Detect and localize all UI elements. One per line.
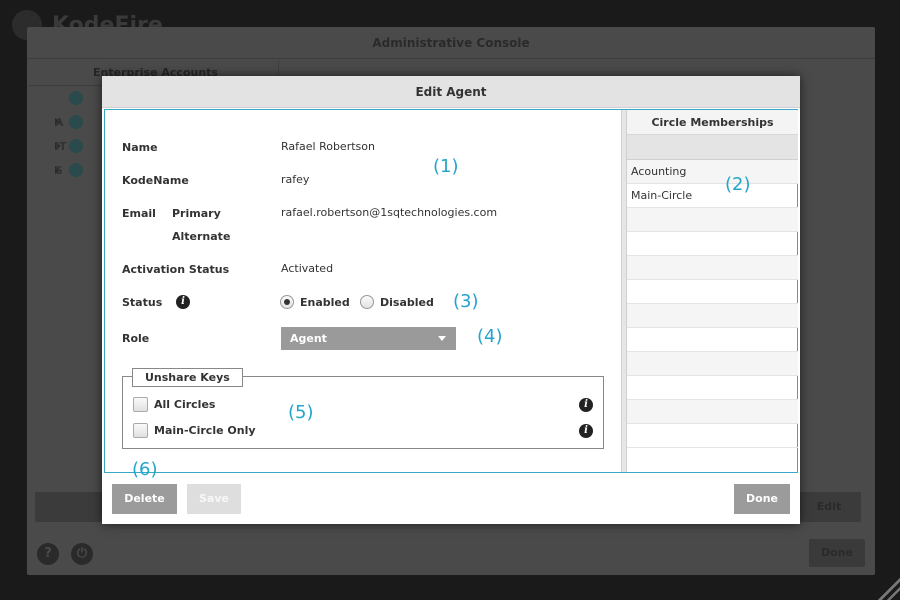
email-label: Email: [122, 207, 156, 220]
agent-details-pane: Name Rafael Robertson KodeName rafey Ema…: [105, 110, 621, 472]
status-enabled-label: Enabled: [300, 295, 350, 309]
status-disabled-radio[interactable]: Disabled: [360, 295, 434, 309]
callout-4: (4): [477, 326, 503, 347]
name-label: Name: [122, 141, 158, 154]
list-item[interactable]: Main-Circle: [627, 184, 798, 208]
circle-memberships-subheader: [627, 135, 798, 160]
list-item[interactable]: Acounting: [627, 160, 798, 184]
main-circle-only-checkbox[interactable]: Main-Circle Only: [133, 423, 256, 438]
unshare-keys-legend: Unshare Keys: [132, 368, 243, 387]
help-icon: ?: [37, 543, 59, 565]
activation-status-value: Activated: [281, 262, 334, 275]
status-enabled-radio[interactable]: Enabled: [280, 295, 350, 309]
dialog-title: Edit Agent: [102, 76, 800, 108]
callout-5: (5): [288, 402, 314, 423]
activation-status-label: Activation Status: [122, 263, 230, 276]
delete-button[interactable]: Delete: [112, 484, 177, 514]
chevron-down-icon: [438, 336, 446, 341]
radio-selected-icon[interactable]: [280, 295, 294, 309]
list-item[interactable]: [627, 208, 798, 232]
node-icon: [69, 139, 83, 153]
power-icon: ⏻: [71, 543, 93, 565]
list-item[interactable]: [627, 256, 798, 280]
email-alternate-label: Alternate: [172, 230, 231, 243]
tree-item-label: S: [55, 163, 63, 177]
edit-agent-dialog: Edit Agent Name Rafael Robertson KodeNam…: [102, 76, 800, 524]
circle-memberships-header: Circle Memberships: [627, 110, 798, 135]
list-item[interactable]: [627, 352, 798, 376]
background-edit-button: Edit: [797, 492, 861, 522]
list-item[interactable]: [627, 328, 798, 352]
list-item[interactable]: [627, 280, 798, 304]
console-title: Administrative Console: [27, 27, 875, 59]
role-dropdown[interactable]: Agent: [281, 327, 456, 350]
email-primary-label: Primary: [172, 207, 221, 220]
email-primary-value: rafael.robertson@1sqtechnologies.com: [281, 206, 498, 219]
resize-grip-icon[interactable]: [878, 578, 900, 600]
kodename-label: KodeName: [122, 174, 189, 187]
status-label: Status: [122, 296, 163, 309]
all-circles-info-icon[interactable]: i: [579, 398, 593, 412]
callout-2: (2): [725, 174, 751, 195]
role-label: Role: [122, 332, 150, 345]
all-circles-checkbox[interactable]: All Circles: [133, 397, 215, 412]
node-icon: [69, 115, 83, 129]
list-item[interactable]: [627, 400, 798, 424]
checkbox-box[interactable]: [133, 397, 148, 412]
circle-memberships-pane: Circle Memberships Acounting Main-Circle…: [627, 110, 798, 472]
all-circles-label: All Circles: [154, 398, 216, 411]
list-item[interactable]: [627, 232, 798, 256]
status-disabled-label: Disabled: [380, 295, 434, 309]
status-info-icon[interactable]: i: [176, 295, 190, 309]
kodename-value: rafey: [281, 173, 310, 186]
dialog-content: Name Rafael Robertson KodeName rafey Ema…: [104, 109, 798, 473]
list-item[interactable]: [627, 424, 798, 448]
background-done-button: Done: [809, 539, 865, 567]
list-item[interactable]: [627, 376, 798, 400]
callout-6: (6): [132, 459, 158, 480]
done-button[interactable]: Done: [734, 484, 790, 514]
circle-list: Acounting Main-Circle: [627, 160, 798, 448]
main-circle-only-info-icon[interactable]: i: [579, 424, 593, 438]
list-item[interactable]: [627, 304, 798, 328]
node-icon: [69, 163, 83, 177]
tree-item-label: IT: [55, 139, 67, 153]
role-selected-value: Agent: [290, 332, 327, 345]
callout-1: (1): [433, 156, 459, 177]
node-icon: [69, 91, 83, 105]
radio-unselected-icon[interactable]: [360, 295, 374, 309]
main-circle-only-label: Main-Circle Only: [154, 424, 256, 437]
checkbox-box[interactable]: [133, 423, 148, 438]
tree-item-label: A: [55, 115, 64, 129]
save-button[interactable]: Save: [187, 484, 241, 514]
callout-3: (3): [453, 291, 479, 312]
unshare-keys-group: Unshare Keys All Circles i Main-Circle O…: [122, 368, 604, 449]
name-value: Rafael Robertson: [281, 140, 375, 153]
